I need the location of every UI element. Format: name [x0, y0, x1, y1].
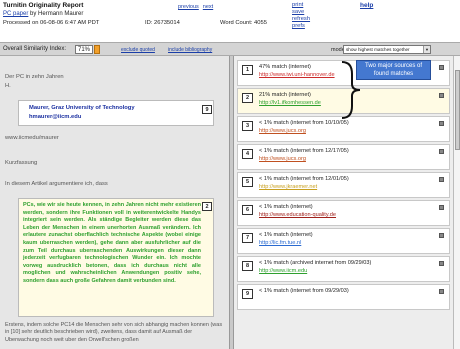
exclude-source-icon[interactable]	[439, 65, 444, 70]
previous-link[interactable]: previous	[178, 4, 199, 10]
word-count: Word Count: 4055	[220, 20, 267, 26]
help-link[interactable]: help	[360, 2, 373, 9]
paper-link[interactable]: PC paper	[3, 11, 28, 17]
mode-select[interactable]: show highest matches together ▼	[343, 45, 431, 54]
include-bibliography-link[interactable]: include bibliography	[168, 47, 212, 53]
green-match-block[interactable]: PCs, wie wir sie heute kennen, in zehn J…	[18, 198, 214, 317]
similarity-color-swatch	[94, 45, 100, 54]
match-number-badge[interactable]: 2	[202, 202, 212, 211]
source-card[interactable]: 5 < 1% match (internet from 12/01/05) http…	[237, 172, 450, 198]
source-url-link[interactable]: http://www.jkraemer.net	[259, 184, 317, 190]
exclude-source-icon[interactable]	[439, 205, 444, 210]
document-pane[interactable]: Der PC in zehn Jahren H. Maurer, Graz Un…	[0, 56, 229, 349]
match-text: PCs, wie wir sie heute kennen, in zehn J…	[23, 202, 201, 284]
source-url-link[interactable]: http://lv1.ifkomhessen.de	[259, 100, 321, 106]
source-match-percent: < 1% match (internet)	[259, 204, 313, 210]
chevron-down-icon[interactable]: ▼	[423, 46, 430, 53]
similarity-label: Overall Similarity Index:	[3, 46, 67, 52]
save-link[interactable]: save	[292, 9, 310, 16]
exclude-source-icon[interactable]	[439, 121, 444, 126]
exclude-source-icon[interactable]	[439, 93, 444, 98]
source-number[interactable]: 7	[242, 233, 253, 243]
exclude-source-icon[interactable]	[439, 177, 444, 182]
source-url-link[interactable]: http://www.iicm.edu	[259, 268, 307, 274]
source-match-percent: < 1% match (internet)	[259, 232, 313, 238]
source-match-percent: < 1% match (internet from 10/10/05)	[259, 120, 349, 126]
doc-intro: In diesem Artikel argumentiere ich, dass	[5, 181, 108, 187]
paper-id: ID: 26735014	[145, 20, 180, 26]
exclude-source-icon[interactable]	[439, 289, 444, 294]
source-url-link[interactable]: http://www.education-quality.de	[259, 212, 336, 218]
doc-h-line: H.	[5, 83, 11, 89]
toolbar: Overall Similarity Index: 71% exclude qu…	[0, 42, 460, 56]
next-link[interactable]: next	[203, 4, 213, 10]
exclude-source-icon[interactable]	[439, 261, 444, 266]
source-number[interactable]: 3	[242, 121, 253, 131]
author-match-block[interactable]: Maurer, Graz University of Technology hm…	[18, 100, 214, 126]
exclude-source-icon[interactable]	[439, 149, 444, 154]
source-number[interactable]: 9	[242, 289, 253, 299]
similarity-value: 71%	[75, 45, 93, 54]
source-match-percent: < 1% match (internet from 12/01/05)	[259, 176, 349, 182]
scrollbar-thumb[interactable]	[455, 70, 460, 150]
source-number[interactable]: 6	[242, 205, 253, 215]
source-match-percent: < 1% match (archived internet from 09/29…	[259, 260, 372, 266]
author-email: hmaurer@iicm.edu	[29, 114, 82, 120]
source-url-link[interactable]: http://www.iwi.uni-hannover.de	[259, 72, 335, 78]
source-number[interactable]: 1	[242, 65, 253, 75]
exclude-quoted-link[interactable]: exclude quoted	[121, 47, 155, 53]
doc-title-line: Der PC in zehn Jahren	[5, 74, 64, 80]
prefs-link[interactable]: prefs	[292, 23, 310, 30]
source-match-percent: < 1% match (internet from 12/17/05)	[259, 148, 349, 154]
source-card[interactable]: 6 < 1% match (internet) http://www.educati…	[237, 200, 450, 226]
annotation-callout: Two major sources of found matches	[356, 60, 431, 80]
report-actions: print save refresh prefs	[292, 2, 310, 30]
doc-kurzfassung: Kurzfassung	[5, 160, 38, 166]
mode-select-value: show highest matches together	[346, 47, 410, 52]
match-number-badge[interactable]: 9	[202, 105, 212, 114]
doc-url-line: www.iicmedu/maurer	[5, 135, 59, 141]
paper-line: PC paper by Hermann Maurer	[3, 11, 83, 17]
doc-tail-paragraph: Erstens, indem solche PC14 die Menschen …	[5, 322, 223, 343]
author-name: Maurer, Graz University of Technology	[29, 105, 135, 111]
refresh-link[interactable]: refresh	[292, 16, 310, 23]
pager: previous next	[178, 4, 217, 10]
app-title: Turnitin Originality Report	[3, 2, 84, 9]
source-match-percent: 21% match (internet)	[259, 92, 311, 98]
paper-author: by Hermann Maurer	[28, 11, 84, 17]
source-card[interactable]: 4 < 1% match (internet from 12/17/05) http…	[237, 144, 450, 170]
source-card[interactable]: 9 < 1% match (internet from 09/29/03)	[237, 284, 450, 310]
source-match-percent: 47% match (internet)	[259, 64, 311, 70]
source-match-percent: < 1% match (internet from 09/29/03)	[259, 288, 349, 294]
exclude-source-icon[interactable]	[439, 233, 444, 238]
source-url-link[interactable]: http://lic.fm.tue.nl	[259, 240, 301, 246]
source-card[interactable]: 8 < 1% match (archived internet from 09/2…	[237, 256, 450, 282]
source-number[interactable]: 4	[242, 149, 253, 159]
print-link[interactable]: print	[292, 2, 310, 9]
processed-date: Processed on 06-08-06 6:47 AM PDT	[3, 20, 100, 26]
source-url-link[interactable]: http://www.jucs.org	[259, 156, 306, 162]
source-number[interactable]: 8	[242, 261, 253, 271]
report-header: Turnitin Originality Report PC paper by …	[0, 0, 460, 42]
source-url-link[interactable]: http://www.jucs.org	[259, 128, 306, 134]
source-card[interactable]: 7 < 1% match (internet) http://lic.fm.tue.…	[237, 228, 450, 254]
source-number[interactable]: 2	[242, 93, 253, 103]
source-number[interactable]: 5	[242, 177, 253, 187]
sources-scrollbar[interactable]	[453, 56, 460, 349]
